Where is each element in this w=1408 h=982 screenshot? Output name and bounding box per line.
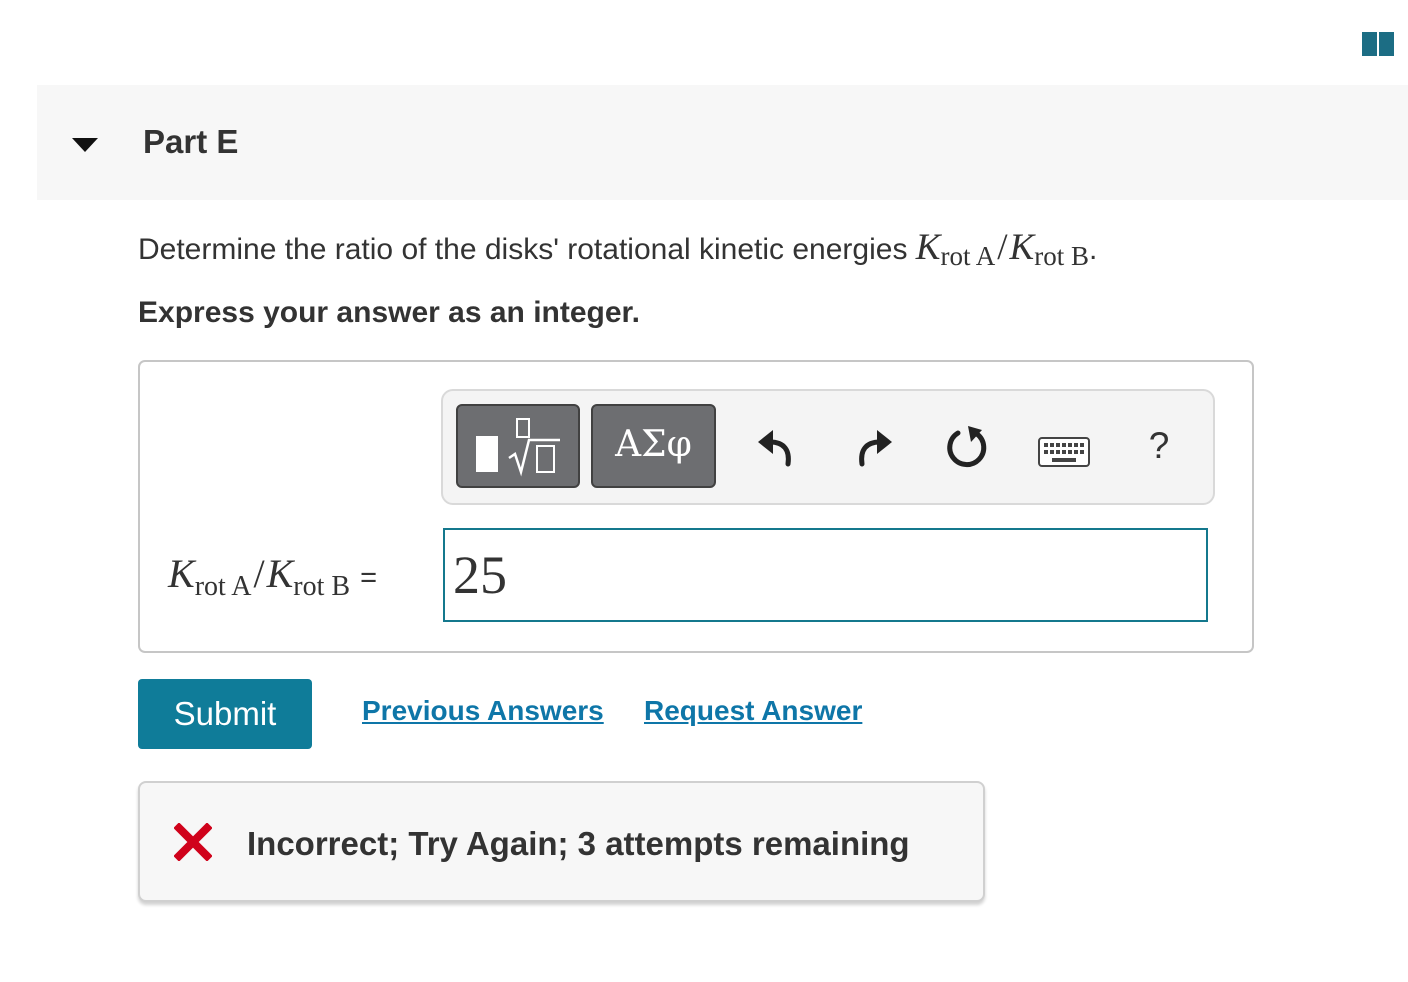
collapse-triangle-icon[interactable] bbox=[70, 135, 100, 155]
symbol-k-a: K bbox=[915, 227, 941, 268]
label-symbol-k-a: K bbox=[168, 551, 195, 596]
templates-button[interactable] bbox=[456, 404, 580, 488]
greek-letters-button[interactable]: ΑΣφ bbox=[591, 404, 716, 488]
label-slash: / bbox=[253, 551, 265, 596]
templates-icon bbox=[476, 418, 560, 477]
ratio-formula: Krot A/Krot B bbox=[916, 227, 1089, 271]
greek-letters-icon: ΑΣφ bbox=[615, 424, 692, 465]
page: Part E Determine the ratio of the disks'… bbox=[0, 0, 1408, 982]
feedback-message: Incorrect; Try Again; 3 attempts remaini… bbox=[247, 825, 910, 862]
redo-icon[interactable] bbox=[852, 424, 894, 468]
subscript-rot-a: rot A bbox=[940, 241, 996, 271]
answer-input[interactable]: 25 bbox=[443, 528, 1208, 622]
answer-label: Krot A/Krot B = bbox=[168, 550, 377, 603]
question-text: Determine the ratio of the disks' rotati… bbox=[138, 226, 1097, 272]
question-prompt: Determine the ratio of the disks' rotati… bbox=[138, 233, 916, 266]
request-answer-link[interactable]: Request Answer bbox=[644, 695, 862, 727]
label-symbol-k-b: K bbox=[266, 551, 294, 596]
book-icon[interactable] bbox=[1362, 32, 1394, 56]
answer-label-formula: Krot A/Krot B bbox=[168, 551, 350, 602]
undo-icon[interactable] bbox=[756, 424, 798, 468]
subscript-rot-b: rot B bbox=[1034, 241, 1089, 271]
equals-sign: = bbox=[360, 562, 377, 594]
reset-icon[interactable] bbox=[944, 424, 990, 470]
label-subscript-rot-b: rot B bbox=[293, 571, 351, 602]
answer-instruction: Express your answer as an integer. bbox=[138, 296, 640, 329]
symbol-k-b: K bbox=[1009, 227, 1035, 268]
submit-button[interactable]: Submit bbox=[138, 679, 312, 749]
part-title: Part E bbox=[143, 123, 239, 160]
ratio-slash: / bbox=[997, 227, 1008, 268]
keyboard-icon[interactable] bbox=[1038, 437, 1090, 467]
question-period: . bbox=[1088, 233, 1098, 266]
label-subscript-rot-a: rot A bbox=[194, 571, 252, 602]
incorrect-x-icon bbox=[174, 823, 212, 861]
help-icon[interactable]: ? bbox=[1144, 424, 1174, 468]
previous-answers-link[interactable]: Previous Answers bbox=[362, 695, 604, 727]
part-header bbox=[37, 85, 1408, 200]
